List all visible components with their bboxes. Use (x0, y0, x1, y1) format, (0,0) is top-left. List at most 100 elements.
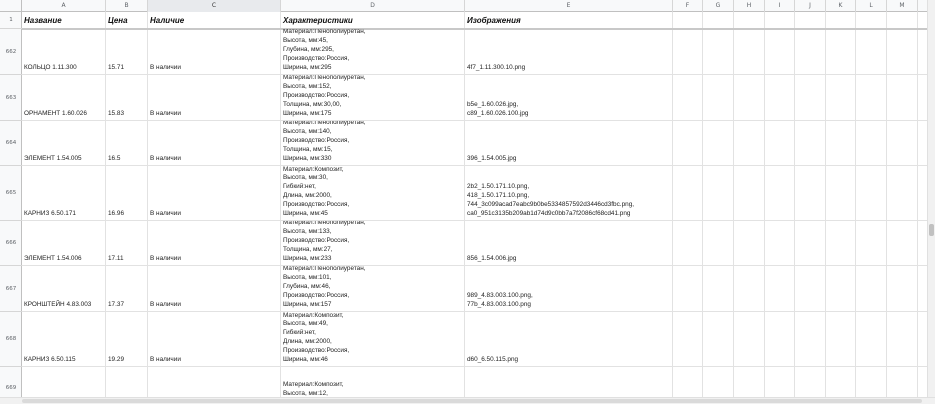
cell-availability[interactable]: В наличии (148, 221, 281, 265)
specs-line: Материал:Композит, (283, 166, 344, 173)
cell-images[interactable]: b5e_1.60.026.jpg, c89_1.60.026.100.jpg (465, 75, 673, 120)
cell-availability[interactable]: В наличии (148, 266, 281, 311)
images-line: b5e_1.60.026.jpg, (467, 101, 519, 109)
specs-line: Гибкий:нет, (283, 183, 316, 191)
cell-images[interactable]: 6a2_6.51.705.100-1.png, (465, 367, 673, 397)
header-cell-specs[interactable]: Характеристики (281, 12, 465, 29)
column-header-f[interactable]: F (673, 0, 703, 12)
specs-line: Производство:Россия, (283, 92, 350, 100)
cell-price[interactable]: 15.83 (106, 75, 148, 120)
row-number[interactable]: 666 (0, 221, 22, 266)
cell-availability[interactable]: В наличии (148, 312, 281, 366)
specs-line: Производство:Россия, (283, 237, 350, 245)
row-number[interactable]: 662 (0, 29, 22, 75)
cell-images[interactable]: 396_1.54.005.jpg (465, 121, 673, 165)
row-number[interactable]: 665 (0, 166, 22, 221)
column-header-g[interactable]: G (703, 0, 734, 12)
cell-images[interactable]: 856_1.54.006.jpg (465, 221, 673, 265)
cell-name[interactable]: ЭЛЕМЕНТ 1.54.005 (22, 121, 106, 165)
specs-line: Ширина, мм:233 (283, 255, 332, 263)
cell-specs[interactable]: Материал:Композит, Высота, мм:49, Гибкий:н… (281, 312, 465, 366)
column-gridline (825, 12, 826, 397)
column-header-k[interactable]: K (826, 0, 856, 12)
horizontal-scroll-thumb[interactable] (22, 399, 922, 403)
cell-images[interactable]: 989_4.83.003.100.png, 77b_4.83.003.100.pn… (465, 266, 673, 311)
cell-images[interactable]: 4f7_1.11.300.10.png (465, 29, 673, 74)
cell-specs[interactable]: Материал:Пенополиуретан, Высота, мм:101, Г… (281, 266, 465, 311)
cell-specs[interactable]: Материал:Пенополиуретан, Высота, мм:133, П… (281, 221, 465, 265)
cell-price[interactable]: 17.11 (106, 221, 148, 265)
images-line: 418_1.50.171.10.png, (467, 192, 530, 200)
vertical-scrollbar[interactable] (927, 0, 935, 404)
header-cell-images[interactable]: Изображения (465, 12, 673, 29)
column-header-j[interactable]: J (795, 0, 826, 12)
column-header-m[interactable]: M (887, 0, 918, 12)
cell-specs[interactable]: Материал:Пенополиуретан, Высота, мм:152, П… (281, 75, 465, 120)
column-header-i[interactable]: I (765, 0, 795, 12)
cell-price[interactable] (106, 367, 148, 397)
cell-name[interactable] (22, 367, 106, 397)
name-value: КОЛЬЦО 1.11.300 (24, 64, 77, 72)
row-number[interactable]: 669 (0, 367, 22, 397)
availability-value: В наличии (150, 210, 181, 218)
cell-price[interactable]: 15.71 (106, 29, 148, 74)
cell-specs[interactable]: Материал:Пенополиуретан, Высота, мм:140, П… (281, 121, 465, 165)
specs-line: Материал:Пенополиуретан, (283, 75, 366, 82)
cell-specs[interactable]: Материал:Пенополиуретан, Высота, мм:45, Гл… (281, 29, 465, 74)
availability-value: В наличии (150, 301, 181, 309)
cell-price[interactable]: 16.96 (106, 166, 148, 220)
cell-name[interactable]: КАРНИЗ 6.50.171 (22, 166, 106, 220)
column-header-d[interactable]: D (281, 0, 465, 12)
row-number[interactable]: 667 (0, 266, 22, 312)
name-value: ОРНАМЕНТ 1.60.026 (24, 110, 87, 118)
cell-name[interactable]: КАРНИЗ 6.50.115 (22, 312, 106, 366)
price-value: 17.11 (108, 255, 124, 263)
cell-availability[interactable]: В наличии (148, 166, 281, 220)
column-header-l[interactable]: L (856, 0, 887, 12)
cell-price[interactable]: 17.37 (106, 266, 148, 311)
column-header-c[interactable]: C (148, 0, 281, 12)
specs-line: Материал:Композит, (283, 312, 344, 319)
specs-line: Высота, мм:101, (283, 274, 332, 282)
availability-value: В наличии (150, 356, 181, 364)
header-cell-name[interactable]: Название (22, 12, 106, 29)
cell-price[interactable]: 19.29 (106, 312, 148, 366)
row-number-1[interactable]: 1 (0, 12, 22, 29)
select-all-corner[interactable] (0, 0, 22, 12)
vertical-scroll-thumb[interactable] (929, 224, 934, 236)
cell-name[interactable]: ОРНАМЕНТ 1.60.026 (22, 75, 106, 120)
specs-line: Ширина, мм:330 (283, 155, 332, 163)
name-value: ЭЛЕМЕНТ 1.54.006 (24, 255, 82, 263)
header-cell-availability[interactable]: Наличие (148, 12, 281, 29)
column-header-b[interactable]: B (106, 0, 148, 12)
cell-name[interactable]: КРОНШТЕЙН 4.83.003 (22, 266, 106, 311)
horizontal-scrollbar[interactable] (0, 397, 935, 404)
cell-availability[interactable] (148, 367, 281, 397)
name-value: КАРНИЗ 6.50.115 (24, 356, 76, 364)
price-value: 16.5 (108, 155, 121, 163)
cell-specs[interactable]: Материал:Композит, Высота, мм:30, Гибкий:н… (281, 166, 465, 220)
images-line: 4f7_1.11.300.10.png (467, 64, 526, 72)
cell-name[interactable]: ЭЛЕМЕНТ 1.54.006 (22, 221, 106, 265)
specs-line: Материал:Пенополиуретан, (283, 29, 366, 36)
cell-images[interactable]: d60_6.50.115.png (465, 312, 673, 366)
images-line: 989_4.83.003.100.png, (467, 292, 533, 300)
cell-availability[interactable]: В наличии (148, 29, 281, 74)
cell-availability[interactable]: В наличии (148, 121, 281, 165)
column-header-a[interactable]: A (22, 0, 106, 12)
specs-line: Гибкий:нет, (283, 329, 316, 337)
row-number[interactable]: 668 (0, 312, 22, 367)
cell-availability[interactable]: В наличии (148, 75, 281, 120)
row-number[interactable]: 663 (0, 75, 22, 121)
cell-name[interactable]: КОЛЬЦО 1.11.300 (22, 29, 106, 74)
cell-images[interactable]: 2b2_1.50.171.10.png, 418_1.50.171.10.png,… (465, 166, 673, 220)
cell-price[interactable]: 16.5 (106, 121, 148, 165)
cell-specs[interactable]: Материал:Композит,Высота, мм:12,Гибкий:н… (281, 367, 465, 397)
column-header-h[interactable]: H (734, 0, 765, 12)
header-cell-price[interactable]: Цена (106, 12, 148, 29)
availability-value: В наличии (150, 64, 181, 72)
row-number[interactable]: 664 (0, 121, 22, 166)
column-header-e[interactable]: E (465, 0, 673, 12)
specs-line: Материал:Композит, (283, 381, 344, 389)
cell-grid[interactable]: Название Цена Наличие Характеристики Изображ… (22, 12, 927, 397)
